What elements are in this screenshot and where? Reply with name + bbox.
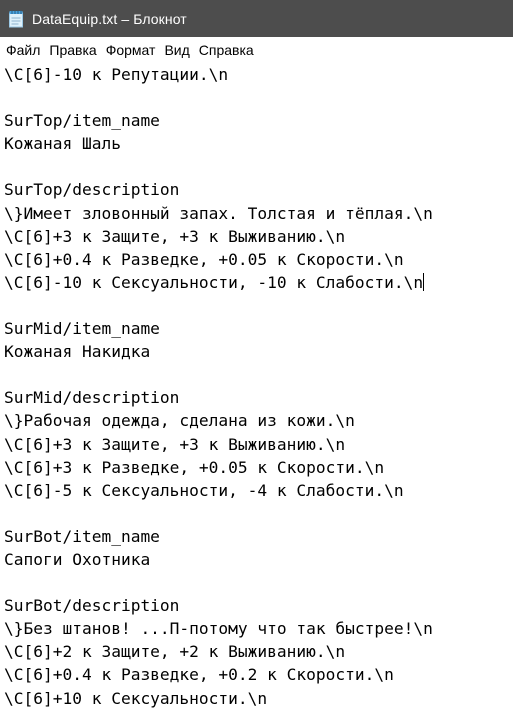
text-line: [4, 155, 513, 178]
notepad-icon: [8, 10, 24, 28]
text-line: \C[6]+3 к Защите, +3 к Выживанию.\n: [4, 434, 346, 454]
text-line: \C[6]+10 к Сексуальности.\n: [4, 688, 268, 708]
title-bar[interactable]: DataEquip.txt – Блокнот: [0, 0, 513, 37]
text-line: Сапоги Охотника: [4, 549, 151, 569]
text-line: SurMid/item_name: [4, 319, 160, 339]
menu-help[interactable]: Справка: [195, 40, 258, 60]
text-line: \}Без штанов! ...П-потому что так быстре…: [4, 619, 433, 639]
text-caret: [423, 272, 425, 291]
text-line: SurTop/description: [4, 180, 180, 200]
text-editor-area[interactable]: \C[6]-10 к Репутации.\n SurTop/item_name К…: [0, 63, 513, 726]
text-line: \C[6]-5 к Сексуальности, -4 к Слабости.\…: [4, 480, 404, 500]
text-line: \C[6]+0.4 к Разведке, +0.2 к Скорости.\n: [4, 665, 394, 685]
text-line: \C[6]-10 к Сексуальности, -10 к Слабости…: [4, 272, 425, 292]
text-line: SurTop/item_name: [4, 111, 160, 131]
text-line: [4, 294, 513, 317]
menu-format[interactable]: Формат: [102, 40, 160, 60]
menu-view[interactable]: Вид: [160, 40, 193, 60]
text-line: \C[6]+3 к Разведке, +0.05 к Скорости.\n: [4, 457, 385, 477]
window-title: DataEquip.txt – Блокнот: [32, 10, 187, 27]
text-line: \C[6]+0.4 к Разведке, +0.05 к Скорости.\…: [4, 249, 404, 269]
text-line: \}Рабочая одежда, сделана из кожи.\n: [4, 411, 355, 431]
text-line: \C[6]+2 к Защите, +2 к Выживанию.\n: [4, 642, 346, 662]
text-line: \}Имеет зловонный запах. Толстая и тёпла…: [4, 203, 433, 223]
text-line: Кожаная Накидка: [4, 342, 151, 362]
notepad-window: DataEquip.txt – Блокнот Файл Правка Форм…: [0, 0, 513, 726]
menu-bar: Файл Правка Формат Вид Справка: [0, 37, 513, 63]
menu-file[interactable]: Файл: [2, 40, 44, 60]
text-line: [4, 571, 513, 594]
text-line: SurBot/description: [4, 596, 180, 616]
text-line: SurMid/description: [4, 388, 180, 408]
text-line: [4, 502, 513, 525]
text-line: SurBot/item_name: [4, 526, 160, 546]
text-line: [4, 363, 513, 386]
menu-edit[interactable]: Правка: [45, 40, 100, 60]
text-line: Кожаная Шаль: [4, 134, 121, 154]
text-line: \C[6]-10 к Репутации.\n: [4, 65, 229, 84]
text-line: \C[6]+3 к Защите, +3 к Выживанию.\n: [4, 226, 346, 246]
text-line: [4, 86, 513, 109]
